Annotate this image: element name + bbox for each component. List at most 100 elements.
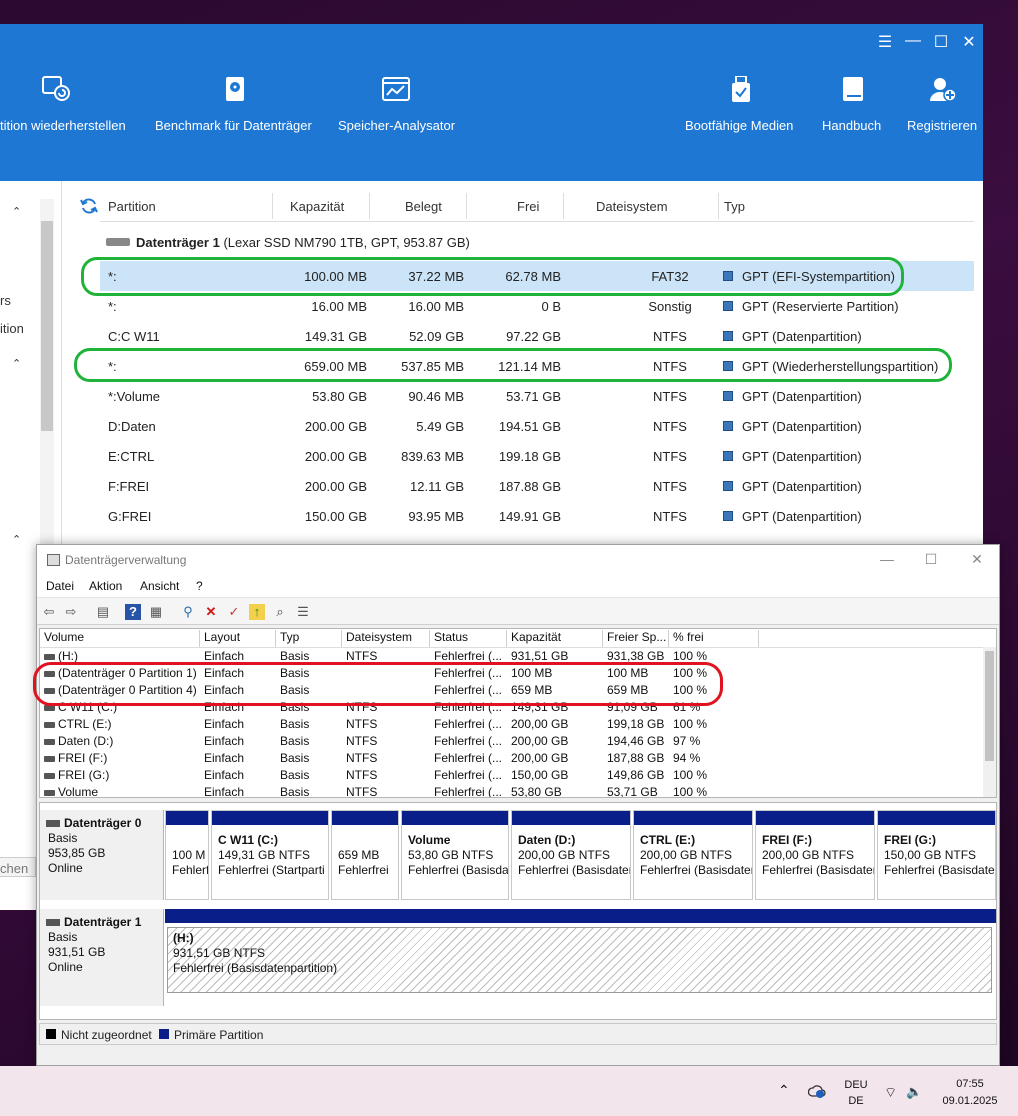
partition-cell-used: 52.09 GB (409, 329, 464, 344)
disk0-partition[interactable]: 100 M Fehlerf (165, 810, 209, 900)
speaker-icon[interactable]: 🔈 (906, 1084, 922, 1100)
partition-cell-fs: NTFS (653, 449, 687, 464)
disk1-label[interactable]: Datenträger 1 Basis 931,51 GB Online (40, 909, 164, 1006)
refresh-icon[interactable] (80, 197, 98, 215)
sidebar-search-button[interactable]: chen (0, 857, 36, 877)
volume-disk-icon (44, 790, 55, 796)
column-header-type[interactable]: Typ (724, 199, 745, 214)
menu-help[interactable]: ? (196, 579, 203, 593)
keyboard-language[interactable]: DEU (838, 1079, 874, 1091)
volume-cell-cap: 53,80 GB (511, 785, 562, 798)
column-header-capacity[interactable]: Kapazität (290, 199, 344, 214)
volume-row[interactable]: FREI (F:) Einfach Basis NTFS Fehlerfrei (...… (40, 750, 984, 767)
column-header-filesystem[interactable]: Dateisystem (596, 199, 668, 214)
minimize-button[interactable]: — (877, 551, 897, 567)
collapse-chevron-icon[interactable]: ⌃ (12, 533, 21, 546)
collapse-chevron-icon[interactable]: ⌃ (12, 205, 21, 218)
volume-list: Volume Layout Typ Dateisystem Status Kap… (39, 628, 997, 798)
sidebar-scrollbar-thumb[interactable] (41, 221, 53, 431)
partition-bar (634, 811, 752, 825)
connect-disk-icon[interactable]: ⚲ (180, 604, 196, 620)
disk0-partition[interactable]: CTRL (E:) 200,00 GB NTFS Fehlerfrei (Basis… (633, 810, 753, 900)
column-header-status[interactable]: Status (430, 630, 507, 647)
disk-header[interactable]: Datenträger 1 (Lexar SSD NM790 1TB, GPT,… (106, 235, 470, 250)
delete-icon[interactable]: ✕ (203, 604, 219, 620)
partition-cell-type: GPT (Reservierte Partition) (742, 299, 899, 314)
column-header-used[interactable]: Belegt (405, 199, 442, 214)
disk0-partition[interactable]: Volume 53,80 GB NTFS Fehlerfrei (Basisda (401, 810, 509, 900)
disk0-partition[interactable]: C W11 (C:) 149,31 GB NTFS Fehlerfrei (Star… (211, 810, 329, 900)
partition-row[interactable]: *:Volume 53.80 GB 90.46 MB 53.71 GB NTFS GPT … (100, 381, 974, 411)
disk0-partition[interactable]: FREI (F:) 200,00 GB NTFS Fehlerfrei (Basis… (755, 810, 875, 900)
volume-cell-free: 149,86 GB (607, 768, 665, 782)
column-header-freier-speicher[interactable]: Freier Sp... (603, 630, 669, 647)
chevron-up-icon[interactable]: ⌃ (778, 1082, 790, 1099)
partition-row[interactable]: E:CTRL 200.00 GB 839.63 MB 199.18 GB NTFS GPT… (100, 441, 974, 471)
menu-datei[interactable]: Datei (46, 579, 74, 593)
partition-type-icon (723, 301, 733, 311)
disk-management-icon (47, 554, 60, 566)
clock-date[interactable]: 09.01.2025 (938, 1095, 1002, 1107)
column-header-dateisystem[interactable]: Dateisystem (342, 630, 430, 647)
column-header-prozent-frei[interactable]: % frei (669, 630, 759, 647)
column-header-partition[interactable]: Partition (108, 199, 156, 214)
collapse-chevron-icon[interactable]: ⌃ (12, 357, 21, 370)
volume-list-scrollbar[interactable] (983, 647, 996, 797)
close-button[interactable]: ✕ (967, 551, 987, 568)
column-header-layout[interactable]: Layout (200, 630, 276, 647)
column-header-kapazitaet[interactable]: Kapazität (507, 630, 603, 647)
maximize-button[interactable]: ☐ (929, 32, 953, 52)
close-button[interactable]: ✕ (957, 32, 981, 52)
disk0-partition[interactable]: FREI (G:) 150,00 GB NTFS Fehlerfrei (Basis… (877, 810, 996, 900)
partition-cell-free: 199.18 GB (498, 449, 561, 464)
volume-row[interactable]: Daten (D:) Einfach Basis NTFS Fehlerfrei (..… (40, 733, 984, 750)
properties-panel-icon[interactable]: ▤ (95, 604, 111, 620)
forward-arrow-icon[interactable]: ⇨ (63, 604, 79, 620)
partition-cell-name: F:FREI (108, 479, 150, 494)
volume-cell-fs: NTFS (346, 751, 378, 765)
partition-cell-cap: 149.31 GB (304, 329, 367, 344)
space-analyzer-icon (382, 77, 410, 101)
view-list-icon[interactable]: ▦ (148, 604, 164, 620)
manual-book-icon (843, 77, 863, 101)
clock-time[interactable]: 07:55 (938, 1078, 1002, 1090)
wifi-icon[interactable]: ⌔ (884, 1084, 897, 1102)
volume-cell-cap: 150,00 GB (511, 768, 569, 782)
column-header-typ[interactable]: Typ (276, 630, 342, 647)
partition-bar (212, 811, 328, 825)
check-icon[interactable]: ✓ (226, 604, 242, 620)
register-user-icon (930, 78, 957, 102)
partition-row[interactable]: C:C W11 149.31 GB 52.09 GB 97.22 GB NTFS GPT … (100, 321, 974, 351)
minimize-button[interactable]: — (901, 32, 925, 50)
import-icon[interactable]: ↑ (249, 604, 265, 620)
scrollbar-thumb[interactable] (985, 651, 994, 761)
volume-row[interactable]: Volume Einfach Basis NTFS Fehlerfrei (... 53,… (40, 784, 984, 798)
menu-aktion[interactable]: Aktion (89, 579, 122, 593)
disk0-label[interactable]: Datenträger 0 Basis 953,85 GB Online (40, 810, 164, 900)
partition-row[interactable]: G:FREI 150.00 GB 93.95 MB 149.91 GB NTFS GPT … (100, 501, 974, 531)
disk0-partition[interactable]: 659 MB Fehlerfrei (331, 810, 399, 900)
title-bar[interactable]: Datenträgerverwaltung — ☐ ✕ (37, 545, 999, 575)
menu-icon[interactable]: ☰ (873, 32, 897, 52)
partition-h[interactable]: (H:) 931,51 GB NTFS Fehlerfrei (Basisdat… (165, 909, 996, 995)
legend-unallocated-label: Nicht zugeordnet (61, 1028, 152, 1042)
volume-cell-status: Fehlerfrei (... (434, 649, 503, 663)
disk0-partition[interactable]: Daten (D:) 200,00 GB NTFS Fehlerfrei (Basi… (511, 810, 631, 900)
volume-row[interactable]: FREI (G:) Einfach Basis NTFS Fehlerfrei (...… (40, 767, 984, 784)
settings-list-icon[interactable]: ☰ (295, 604, 311, 620)
keyboard-layout[interactable]: DE (838, 1095, 874, 1107)
search-disk-icon[interactable]: ⌕ (272, 604, 288, 620)
help-icon[interactable]: ? (125, 604, 141, 620)
partition-row[interactable]: D:Daten 200.00 GB 5.49 GB 194.51 GB NTFS GPT … (100, 411, 974, 441)
sidebar-fragment[interactable]: ition (0, 321, 24, 336)
partition-cell-name: *: (108, 299, 117, 314)
partition-row[interactable]: F:FREI 200.00 GB 12.11 GB 187.88 GB NTFS GPT … (100, 471, 974, 501)
sidebar-fragment[interactable]: rs (0, 293, 11, 308)
column-header-free[interactable]: Frei (517, 199, 539, 214)
volume-row[interactable]: CTRL (E:) Einfach Basis NTFS Fehlerfrei (...… (40, 716, 984, 733)
cloud-info-icon[interactable] (807, 1084, 826, 1098)
back-arrow-icon[interactable]: ⇦ (41, 604, 57, 620)
maximize-button[interactable]: ☐ (921, 551, 941, 568)
menu-ansicht[interactable]: Ansicht (140, 579, 179, 593)
column-header-volume[interactable]: Volume (40, 630, 200, 647)
